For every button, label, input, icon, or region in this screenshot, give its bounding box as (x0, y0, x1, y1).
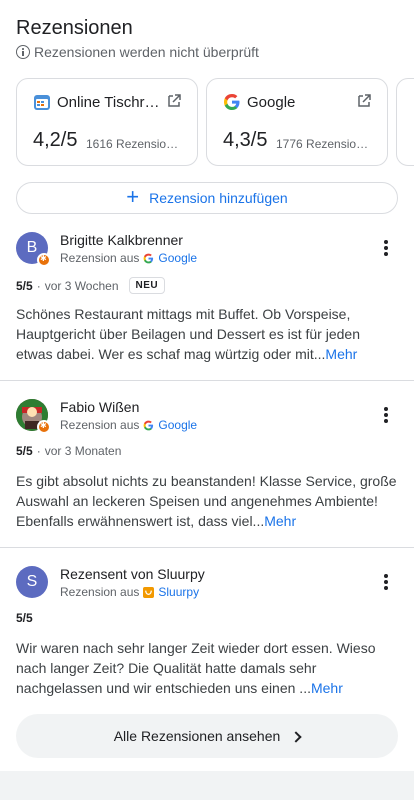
review-rating: 5/5 (16, 611, 33, 625)
review-sources-carousel[interactable]: Online Tischreservierung 4,2/5 1616 Reze… (16, 78, 414, 166)
more-options-icon[interactable] (380, 238, 392, 258)
divider (0, 547, 414, 548)
reviewer-name[interactable]: Brigitte Kalkbrenner (60, 232, 183, 248)
avatar[interactable]: S (16, 566, 48, 598)
source-review-count: 1776 Rezensionen (276, 137, 374, 151)
google-g-icon (224, 94, 240, 110)
source-rating: 4,3/5 (223, 129, 268, 151)
avatar[interactable]: B (16, 232, 51, 267)
read-more-link[interactable]: Mehr (264, 513, 296, 529)
review-text: Wir waren nach sehr langer Zeit wieder d… (16, 640, 376, 696)
all-reviews-label: Alle Rezensionen ansehen (113, 728, 281, 744)
section-separator (0, 771, 414, 800)
read-more-link[interactable]: Mehr (325, 346, 357, 362)
source-review-count: 1616 Rezensionen (86, 137, 184, 151)
review-rating: 5/5 (16, 278, 33, 293)
info-icon (16, 45, 30, 59)
review-source-name[interactable]: Google (158, 251, 197, 265)
more-options-icon[interactable] (380, 405, 392, 425)
avatar[interactable] (16, 399, 51, 434)
page-title: Rezensionen (16, 17, 133, 39)
google-g-icon (144, 420, 154, 430)
plus-icon: + (126, 183, 140, 209)
reviews-disclaimer[interactable]: Rezensionen werden nicht überprüft (16, 44, 259, 60)
local-guide-badge-icon (37, 420, 51, 434)
review-source-line: Rezension aus Sluurpy (60, 585, 200, 599)
source-card-google[interactable]: Google 4,3/5 1776 Rezensionen (206, 78, 388, 166)
all-reviews-button[interactable]: Alle Rezensionen ansehen (16, 714, 398, 758)
add-review-button[interactable]: + Rezension hinzufügen (16, 182, 398, 214)
external-link-icon (358, 94, 371, 107)
read-more-link[interactable]: Mehr (311, 680, 343, 696)
reviewer-name[interactable]: Fabio Wißen (60, 399, 139, 415)
disclaimer-text: Rezensionen werden nicht überprüft (34, 44, 259, 60)
reviewer-name[interactable]: Rezensent von Sluurpy (60, 566, 205, 582)
source-card-partial[interactable] (396, 78, 414, 166)
review-source-line: Rezension aus Google (60, 418, 198, 432)
review-source-name[interactable]: Sluurpy (158, 585, 199, 599)
source-name: Google (247, 94, 296, 111)
divider (0, 380, 414, 381)
external-link-icon (168, 94, 181, 107)
review-time: vor 3 Monaten (44, 444, 122, 458)
review-rating: 5/5 (16, 444, 33, 458)
review-meta: 5/5 · vor 3 Monaten (16, 444, 122, 458)
review-text: Schönes Restaurant mittags mit Buffet. O… (16, 306, 360, 362)
add-review-label: Rezension hinzufügen (149, 190, 288, 206)
google-g-icon (144, 253, 154, 263)
review-source-name[interactable]: Google (158, 418, 197, 432)
review-time: vor 3 Wochen (44, 278, 119, 293)
source-name: Online Tischreservierung (57, 94, 167, 111)
source-card-online-reservation[interactable]: Online Tischreservierung 4,2/5 1616 Reze… (16, 78, 198, 166)
review-meta: 5/5 (16, 611, 33, 625)
more-options-icon[interactable] (380, 572, 392, 592)
local-guide-badge-icon (37, 253, 51, 267)
review-source-line: Rezension aus Google (60, 251, 198, 265)
review-text: Es gibt absolut nichts zu beanstanden! K… (16, 473, 397, 529)
new-badge: NEU (128, 277, 166, 294)
review-meta: 5/5 · vor 3 Wochen NEU (16, 277, 166, 294)
reviews-header: Rezensionen (16, 17, 133, 40)
reservation-app-icon (34, 95, 50, 110)
chevron-right-icon (290, 730, 302, 743)
sluurpy-icon (143, 586, 155, 598)
source-rating: 4,2/5 (33, 129, 78, 151)
